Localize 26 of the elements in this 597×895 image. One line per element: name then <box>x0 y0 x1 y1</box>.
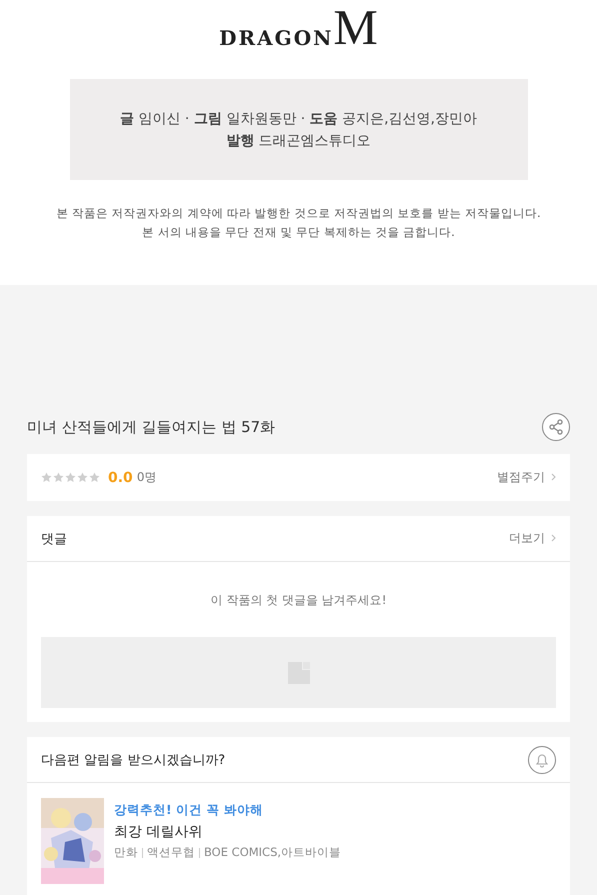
bell-icon <box>534 752 550 768</box>
share-icon <box>548 419 564 435</box>
rating-count: 0명 <box>136 469 156 486</box>
rate-link[interactable]: 별점주기 <box>497 469 556 486</box>
logo-letter: M <box>333 4 378 50</box>
copyright-notice: 본 작품은 저작권자와의 계약에 따라 발행한 것으로 저작권법의 보호를 받는 저작물입니다. <box>56 205 541 222</box>
recommendation-meta: 만화 <box>114 845 138 860</box>
chevron-icon <box>551 534 556 542</box>
chevron-icon <box>551 473 556 481</box>
recommendation-title[interactable]: 최강 데릴사위 <box>114 823 342 841</box>
more-link[interactable]: 더보기 <box>509 530 556 547</box>
credit-line: 발행 드래곤엠스튜디오 <box>226 132 371 150</box>
rating-score: 0.0 <box>108 470 133 486</box>
empty-comments-message: 이 작품의 첫 댓글을 남겨주세요! <box>209 592 388 609</box>
logo-word: DRAGON <box>219 28 334 48</box>
share-button[interactable] <box>542 413 570 441</box>
recommendation-meta: BOE COMICS,아트바이블 <box>204 845 342 860</box>
notify-question: 다음편 알림을 받으시겠습니까? <box>41 752 226 768</box>
notify-button[interactable] <box>528 746 556 774</box>
credit-line: 글 임이신 · 그림 일차원동만 · 도움 공지은,김선영,장민아 <box>120 110 477 128</box>
comments-heading: 댓글 <box>41 530 67 548</box>
recommendation-meta: 액션무협 <box>147 845 195 860</box>
recommendation-tagline: 강력추천! 이건 꼭 봐야해 <box>114 802 264 819</box>
episode-title: 미녀 산적들에게 길들여지는 법 57화 <box>27 418 276 436</box>
copyright-notice: 본 서의 내용을 무단 전재 및 무단 복제하는 것을 금합니다. <box>141 224 456 241</box>
comment-input[interactable] <box>41 637 556 708</box>
